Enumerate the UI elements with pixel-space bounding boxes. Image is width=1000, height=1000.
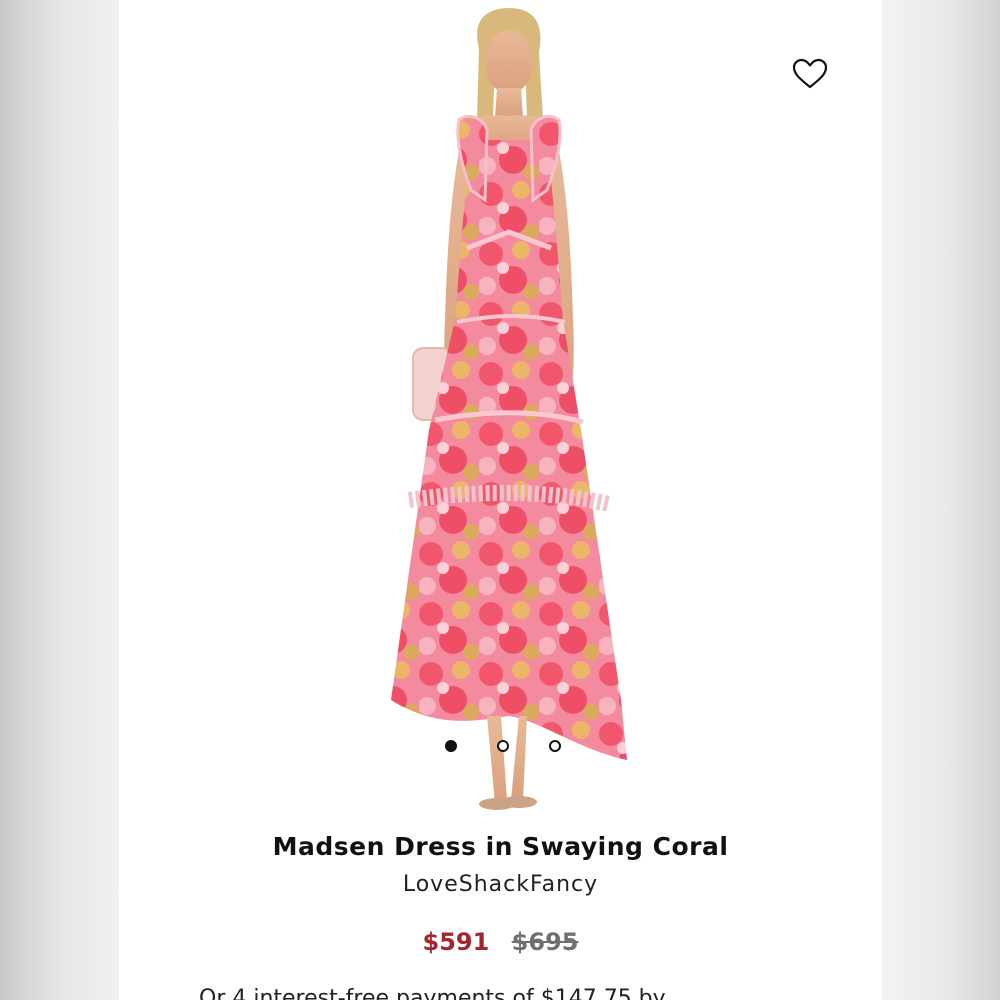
image-carousel-indicator [445,738,561,754]
price-row: $591 $695 [119,928,882,956]
background-right-panel [882,0,1000,1000]
wishlist-button[interactable] [791,56,829,92]
carousel-dot-2[interactable] [497,740,509,752]
product-image[interactable] [359,0,659,820]
sale-price: $591 [422,928,490,956]
heart-outline-icon [792,58,828,89]
product-card: Madsen Dress in Swaying Coral LoveShackF… [119,0,882,1000]
product-title: Madsen Dress in Swaying Coral [272,832,729,861]
product-brand[interactable]: LoveShackFancy [119,872,882,897]
installment-info: Or 4 interest-free payments of $147.75 b… [199,986,666,1000]
original-price: $695 [511,928,579,956]
carousel-dot-3[interactable] [549,740,561,752]
carousel-dot-1[interactable] [445,740,457,752]
